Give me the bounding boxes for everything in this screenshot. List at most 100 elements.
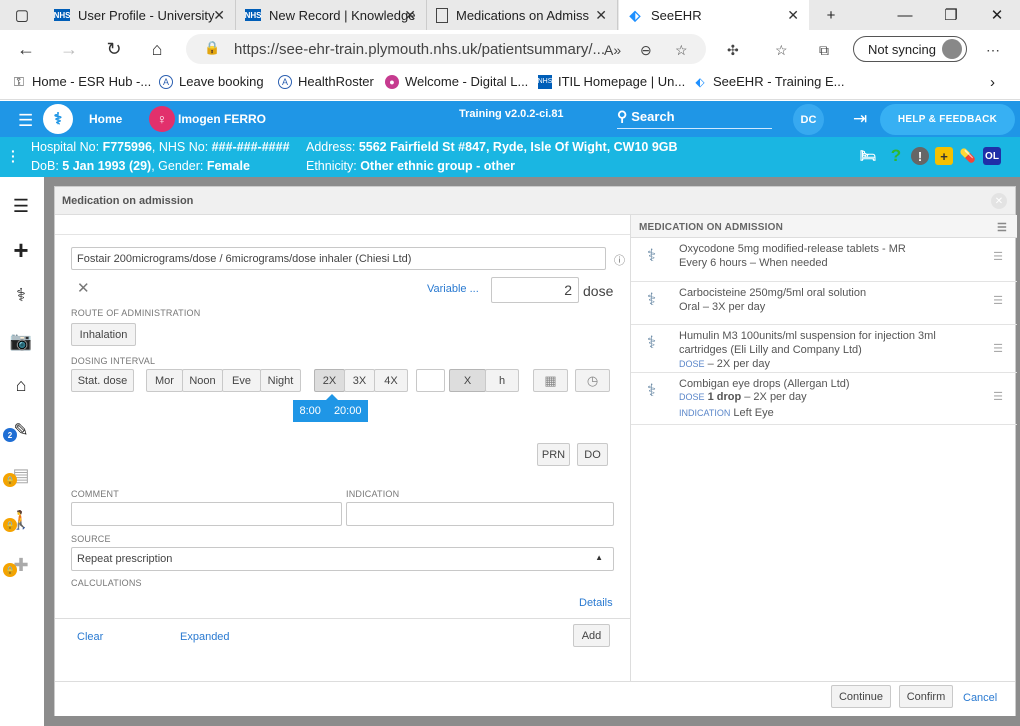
drug-info-icon[interactable]: ⓘ xyxy=(614,252,625,268)
clear-drug-icon[interactable]: ✕ xyxy=(77,279,90,297)
extensions-icon[interactable]: ✣ xyxy=(727,42,739,59)
medication-item[interactable]: ⚕ Combigan eye drops (Allergan Ltd) DOSE… xyxy=(631,373,1017,425)
time-mor-button[interactable]: Mor xyxy=(146,369,183,392)
history-icon[interactable]: ◷ xyxy=(575,369,610,392)
favorite-esr[interactable]: ⚿ Home - ESR Hub -... xyxy=(12,74,151,90)
drag-handle-icon[interactable]: ☰ xyxy=(993,294,1003,307)
home-link[interactable]: Home xyxy=(89,112,122,126)
tab-user-profile[interactable]: NHS User Profile - University ✕ xyxy=(46,0,236,30)
back-icon[interactable]: ← xyxy=(11,34,41,64)
collections-icon[interactable]: ⧉ xyxy=(819,42,829,59)
tab-medications[interactable]: Medications on Admiss ✕ xyxy=(428,0,618,30)
initials-badge[interactable]: OL xyxy=(983,147,1001,165)
search-box[interactable]: ⚲ Search xyxy=(617,105,772,129)
forward-icon[interactable]: → xyxy=(54,34,84,64)
clipboard-icon[interactable]: + xyxy=(935,147,953,165)
unit-x-button[interactable]: X xyxy=(449,369,486,392)
expanded-link[interactable]: Expanded xyxy=(180,631,230,643)
cancel-link[interactable]: Cancel xyxy=(963,692,997,704)
variable-link[interactable]: Variable ... xyxy=(427,283,479,295)
new-tab-icon[interactable]: + xyxy=(808,0,854,30)
medication-item[interactable]: ⚕ Humulin M3 100units/ml suspension for … xyxy=(631,325,1017,373)
route-inhalation-button[interactable]: Inhalation xyxy=(71,323,136,346)
search-label: Search xyxy=(631,109,675,124)
clear-link[interactable]: Clear xyxy=(77,631,103,643)
close-icon[interactable]: ✕ xyxy=(787,7,799,24)
stethoscope-icon[interactable]: ⚕ xyxy=(9,283,33,307)
user-avatar[interactable]: DC xyxy=(793,104,824,135)
close-icon[interactable]: ✕ xyxy=(991,193,1007,209)
do-button[interactable]: DO xyxy=(577,443,608,466)
indication-field[interactable] xyxy=(346,502,614,526)
bed-icon[interactable]: 🛏 xyxy=(855,147,881,165)
add-favorite-icon[interactable]: ☆ xyxy=(675,42,688,59)
favorites-icon[interactable]: ☆ xyxy=(775,42,788,59)
favorite-digital[interactable]: ● Welcome - Digital L... xyxy=(385,74,528,89)
pill-icon[interactable]: 💊 xyxy=(959,147,977,165)
restore-icon[interactable]: ❐ xyxy=(928,0,974,30)
minimize-icon[interactable]: — xyxy=(882,0,928,30)
medication-item[interactable]: ⚕ Oxycodone 5mg modified-release tablets… xyxy=(631,238,1017,282)
patient-alert-icons: 🛏 ? ! + 💊 OL xyxy=(855,146,1001,165)
drag-handle-icon[interactable]: ☰ xyxy=(993,250,1003,263)
dose-times[interactable]: 8:00 20:00 xyxy=(293,394,368,422)
alert-icon[interactable]: ! xyxy=(911,147,929,165)
time-eve-button[interactable]: Eve xyxy=(222,369,261,392)
list-menu-icon[interactable]: ☰ xyxy=(997,221,1007,234)
comment-field[interactable] xyxy=(71,502,342,526)
drug-field[interactable]: Fostair 200micrograms/dose / 6micrograms… xyxy=(71,247,606,270)
more-vertical-icon[interactable]: · · · xyxy=(11,144,16,168)
help-feedback-button[interactable]: HELP & FEEDBACK xyxy=(880,104,1015,135)
time-noon-button[interactable]: Noon xyxy=(182,369,223,392)
details-link[interactable]: Details xyxy=(579,597,613,609)
add-icon[interactable]: + xyxy=(9,235,33,265)
close-icon[interactable]: ✕ xyxy=(595,7,607,24)
menu-icon[interactable]: ☰ xyxy=(18,111,33,131)
logout-icon[interactable]: ⇥ xyxy=(853,109,867,129)
frequency-4x-button[interactable]: 4X xyxy=(374,369,408,392)
add-button[interactable]: Add xyxy=(573,624,610,647)
tab-actions-icon[interactable]: ▢ xyxy=(0,0,44,30)
camera-icon[interactable]: 📷 xyxy=(9,329,33,353)
refresh-icon[interactable]: ↻ xyxy=(99,34,129,64)
frequency-2x-button[interactable]: 2X xyxy=(314,369,345,392)
window-close-icon[interactable]: ✕ xyxy=(974,0,1020,30)
tab-new-record[interactable]: NHS New Record | Knowledge ✕ xyxy=(237,0,427,30)
stat-dose-button[interactable]: Stat. dose xyxy=(71,369,134,392)
frequency-3x-button[interactable]: 3X xyxy=(344,369,375,392)
confirm-button[interactable]: Confirm xyxy=(899,685,953,708)
house-add-icon[interactable]: ⌂ xyxy=(9,373,33,397)
close-icon[interactable]: ✕ xyxy=(213,7,225,24)
time-slot-2[interactable]: 20:00 xyxy=(334,405,362,417)
close-icon[interactable]: ✕ xyxy=(404,7,416,24)
url-field[interactable]: 🔒 https://see-ehr-train.plymouth.nhs.uk/… xyxy=(186,34,706,64)
dose-input[interactable]: 2 xyxy=(491,277,579,303)
list-icon[interactable]: ☰ xyxy=(9,194,33,218)
prn-button[interactable]: PRN xyxy=(537,443,570,466)
medication-item[interactable]: ⚕ Carbocisteine 250mg/5ml oral solution … xyxy=(631,282,1017,325)
medication-indication: INDICATION Left Eye xyxy=(679,407,774,419)
tab-seeehr[interactable]: ⬖ SeeEHR ✕ xyxy=(619,0,809,30)
seeehr-logo[interactable]: ⚕ xyxy=(43,104,73,134)
favorites-overflow-icon[interactable]: › xyxy=(990,74,995,91)
favorite-leave[interactable]: A Leave booking xyxy=(159,74,264,89)
read-aloud-icon[interactable]: A» xyxy=(604,42,621,58)
time-slot-1[interactable]: 8:00 xyxy=(300,405,321,417)
drag-handle-icon[interactable]: ☰ xyxy=(993,390,1003,403)
source-select[interactable]: Repeat prescription ▲ xyxy=(71,547,614,571)
favorite-itil[interactable]: NHS ITIL Homepage | Un... xyxy=(538,74,686,89)
time-night-button[interactable]: Night xyxy=(260,369,301,392)
favorite-seeehr[interactable]: ⬖ SeeEHR - Training E... xyxy=(693,74,844,89)
patient-name[interactable]: Imogen FERRO xyxy=(178,112,266,126)
continue-button[interactable]: Continue xyxy=(831,685,891,708)
custom-frequency-input[interactable] xyxy=(416,369,445,392)
unit-h-button[interactable]: h xyxy=(485,369,519,392)
drag-handle-icon[interactable]: ☰ xyxy=(993,342,1003,355)
home-icon[interactable]: ⌂ xyxy=(142,34,172,64)
calendar-icon[interactable]: ▦ xyxy=(533,369,568,392)
sync-button[interactable]: Not syncing xyxy=(853,36,967,62)
more-icon[interactable]: ⋯ xyxy=(986,42,1000,59)
zoom-icon[interactable]: ⊖ xyxy=(640,42,652,59)
favorite-roster[interactable]: A HealthRoster xyxy=(278,74,374,89)
question-icon[interactable]: ? xyxy=(887,146,905,165)
